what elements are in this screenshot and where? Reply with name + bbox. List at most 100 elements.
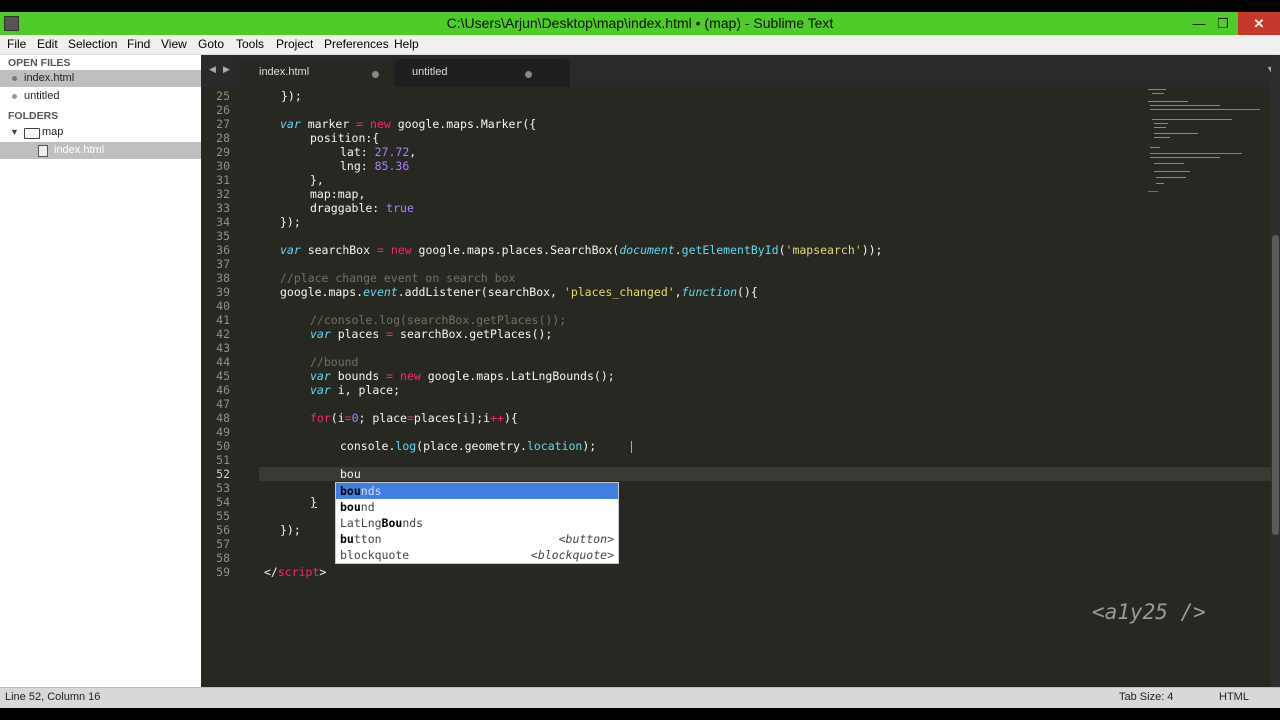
open-files-heading: OPEN FILES: [8, 57, 71, 69]
line-number: 43: [216, 341, 230, 355]
line-number: 51: [216, 453, 230, 467]
code-line: for(i=0; place=places[i];i++){: [310, 411, 518, 425]
unsaved-dot-icon: [12, 76, 17, 81]
menu-edit[interactable]: Edit: [37, 37, 58, 51]
code-comment: //place change event on search box: [280, 271, 516, 285]
autocomplete-item[interactable]: bounds: [336, 483, 618, 499]
expand-arrow-icon[interactable]: ▼: [10, 124, 19, 141]
line-number: 44: [216, 355, 230, 369]
menu-find[interactable]: Find: [127, 37, 150, 51]
tab-bar: ◀ ▶ index.html untitled ▼: [201, 55, 1280, 87]
tab-label: untitled: [412, 66, 448, 78]
menu-selection[interactable]: Selection: [68, 37, 117, 51]
line-number: 28: [216, 131, 230, 145]
tab-untitled[interactable]: untitled: [394, 59, 570, 87]
folders-heading: FOLDERS: [8, 110, 59, 122]
line-number: 42: [216, 327, 230, 341]
line-number-gutter: 25 26 27 28 29 30 31 32 33 34 35 36 37 3…: [201, 87, 259, 687]
tab-dirty-dot-icon[interactable]: [372, 71, 379, 78]
line-number: 25: [216, 89, 230, 103]
tab-size-selector[interactable]: Tab Size: 4: [1119, 691, 1173, 703]
code-line: lat: 27.72,: [340, 145, 417, 159]
code-line: },: [310, 173, 324, 187]
code-line: var i, place;: [310, 383, 401, 397]
line-number: 46: [216, 383, 230, 397]
folder-item-map[interactable]: ▼ map: [0, 124, 201, 141]
autocomplete-popup: bounds bound LatLngBounds button <button…: [335, 482, 619, 564]
autocomplete-item[interactable]: button <button>: [336, 531, 618, 547]
line-number: 30: [216, 159, 230, 173]
line-number: 34: [216, 215, 230, 229]
folder-file-label: index.html: [54, 144, 105, 156]
code-editor[interactable]: 25 26 27 28 29 30 31 32 33 34 35 36 37 3…: [201, 87, 1271, 687]
autocomplete-item[interactable]: blockquote <blockquote>: [336, 547, 618, 563]
menu-project[interactable]: Project: [276, 37, 313, 51]
open-file-label: index.html: [24, 72, 75, 84]
syntax-selector[interactable]: HTML: [1219, 691, 1249, 703]
window-title: C:\Users\Arjun\Desktop\map\index.html • …: [446, 15, 834, 31]
line-number: 38: [216, 271, 230, 285]
folder-label: map: [42, 126, 64, 138]
maximize-icon[interactable]: ❐: [1210, 12, 1236, 35]
menu-view[interactable]: View: [161, 37, 187, 51]
open-file-label: untitled: [24, 90, 60, 102]
autocomplete-item[interactable]: LatLngBounds: [336, 515, 618, 531]
cursor-position: Line 52, Column 16: [5, 691, 101, 703]
line-number: 54: [216, 495, 230, 509]
line-number: 58: [216, 551, 230, 565]
autocomplete-item[interactable]: bound: [336, 499, 618, 515]
line-number: 26: [216, 103, 230, 117]
file-icon: [38, 145, 48, 157]
tab-forward-icon[interactable]: ▶: [223, 64, 230, 75]
code-line: map:map,: [310, 187, 366, 201]
menu-file[interactable]: File: [7, 37, 26, 51]
code-line: var bounds = new google.maps.LatLngBound…: [310, 369, 615, 383]
close-icon[interactable]: ✕: [1238, 12, 1280, 35]
tab-label: index.html: [259, 66, 310, 78]
tab-index-html[interactable]: index.html: [239, 59, 415, 87]
code-line: var places = searchBox.getPlaces();: [310, 327, 553, 341]
open-file-item[interactable]: untitled: [0, 88, 201, 105]
tab-dirty-dot-icon[interactable]: [525, 71, 532, 78]
unsaved-dot-icon: [12, 94, 17, 99]
code-line: console.log(place.geometry.location);: [340, 439, 597, 453]
line-number: 27: [216, 117, 230, 131]
folder-open-icon: [24, 128, 40, 139]
code-line: google.maps.event.addListener(searchBox,…: [280, 285, 758, 299]
menu-goto[interactable]: Goto: [198, 37, 224, 51]
folder-file-item[interactable]: index.html: [0, 142, 201, 159]
line-number: 33: [216, 201, 230, 215]
code-line-current: bou: [340, 467, 361, 481]
line-number: 35: [216, 229, 230, 243]
code-comment: //console.log(searchBox.getPlaces());: [310, 313, 567, 327]
tab-back-icon[interactable]: ◀: [209, 64, 216, 75]
open-file-item[interactable]: index.html: [0, 70, 201, 87]
code-line: var marker = new google.maps.Marker({: [280, 117, 537, 131]
code-line: </script>: [264, 565, 327, 579]
code-line: });: [280, 215, 301, 229]
minimap[interactable]: [1146, 87, 1266, 197]
line-number: 32: [216, 187, 230, 201]
code-line: });: [280, 523, 301, 537]
minimize-icon[interactable]: —: [1186, 12, 1212, 35]
menu-preferences[interactable]: Preferences: [324, 37, 389, 51]
code-line: });: [281, 89, 302, 103]
line-number: 49: [216, 425, 230, 439]
code-line: lng: 85.36: [340, 159, 410, 173]
menu-tools[interactable]: Tools: [236, 37, 264, 51]
code-line: draggable: true: [310, 201, 414, 215]
line-number: 50: [216, 439, 230, 453]
screen-bottom-edge: [0, 708, 1280, 720]
line-number: 45: [216, 369, 230, 383]
line-number: 47: [216, 397, 230, 411]
code-line: var searchBox = new google.maps.places.S…: [280, 243, 883, 257]
code-line: position:{: [310, 131, 380, 145]
status-bar: Line 52, Column 16 Tab Size: 4 HTML: [0, 687, 1280, 708]
line-number: 40: [216, 299, 230, 313]
menu-help[interactable]: Help: [394, 37, 419, 51]
watermark-logo: <a1y25 />: [1092, 600, 1206, 624]
line-number: 55: [216, 509, 230, 523]
line-number: 37: [216, 257, 230, 271]
line-number: 48: [216, 411, 230, 425]
scrollbar-thumb[interactable]: [1272, 235, 1279, 535]
